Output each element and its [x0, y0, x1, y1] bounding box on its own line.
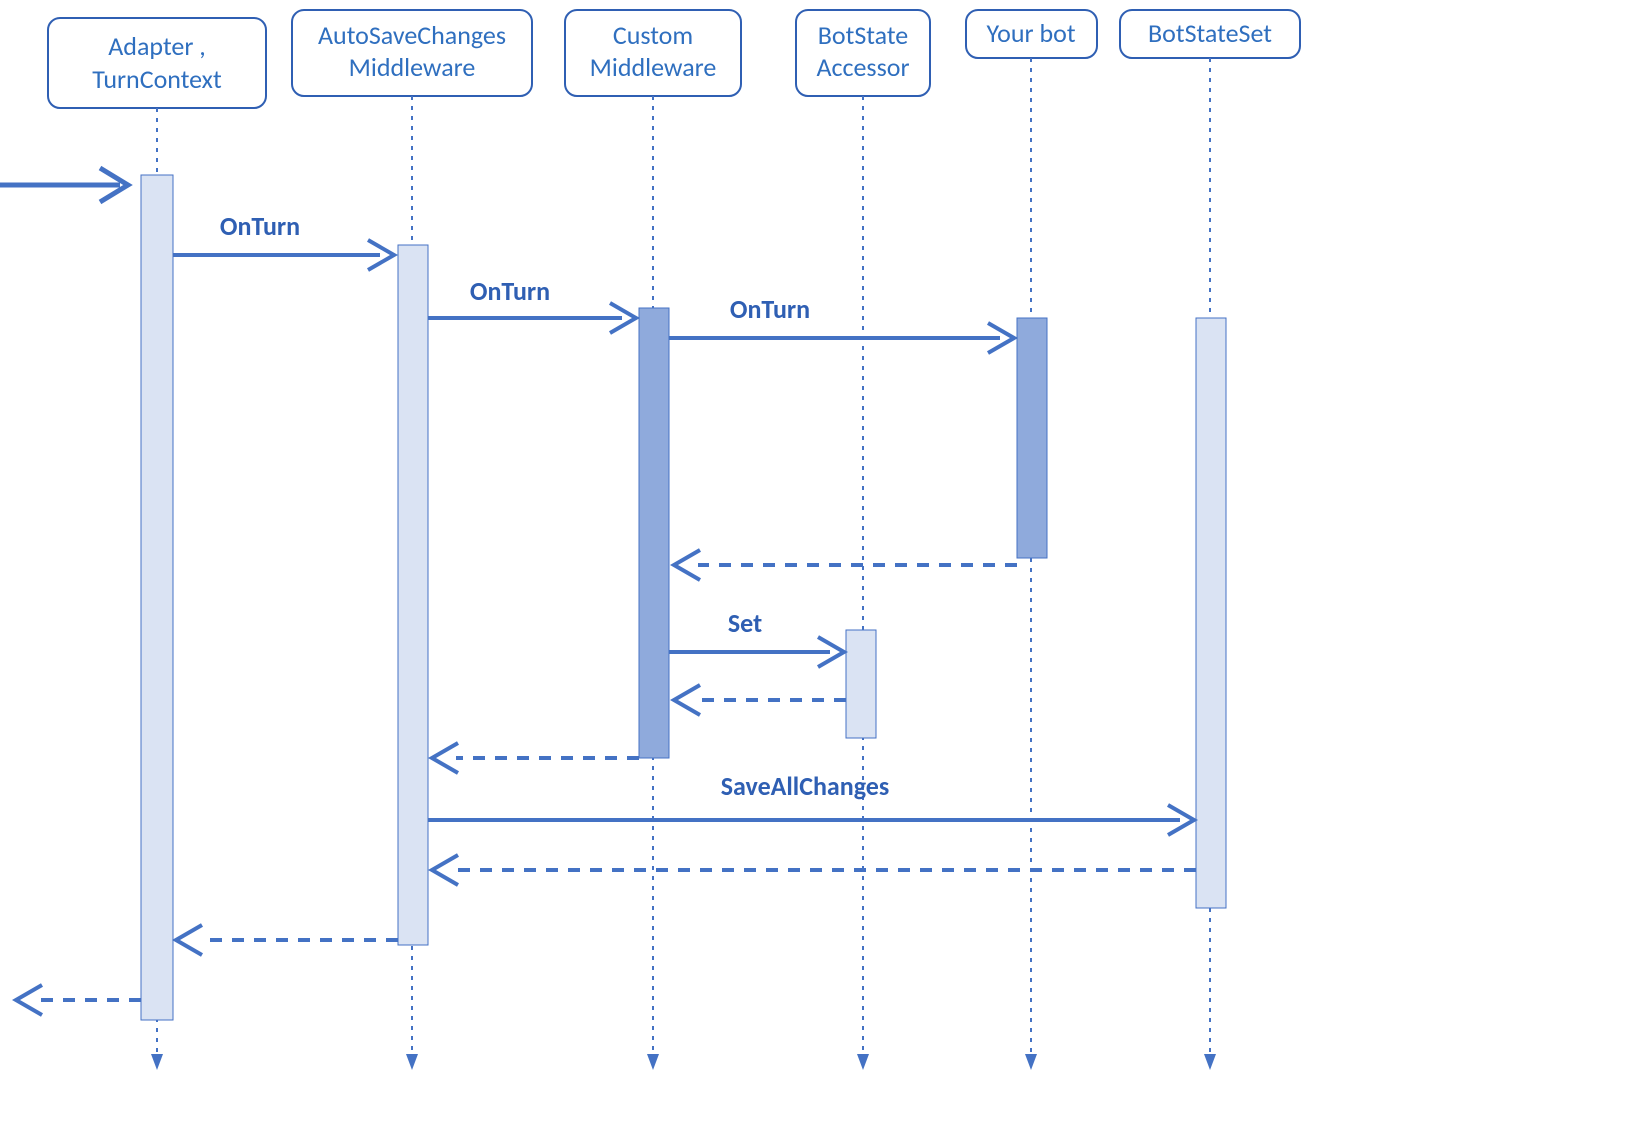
- participant-stateset-line1: BotStateSet: [1148, 17, 1272, 49]
- return-autosave-adapter-head: [176, 925, 202, 955]
- activation-custom: [639, 308, 669, 758]
- lifeline-yourbot-arrow: [1025, 1054, 1037, 1070]
- participant-stateset: BotStateSet: [1120, 10, 1300, 58]
- return-custom-autosave-head: [432, 743, 458, 773]
- lifeline-stateset-arrow: [1204, 1054, 1216, 1070]
- participant-autosave: AutoSaveChanges Middleware: [292, 10, 532, 96]
- participant-autosave-line2: Middleware: [349, 51, 476, 83]
- lifeline-autosave-arrow: [406, 1054, 418, 1070]
- participant-yourbot: Your bot: [966, 10, 1097, 58]
- msg-saveall-label: SaveAllChanges: [721, 770, 889, 802]
- participant-adapter-line1: Adapter ,: [108, 30, 206, 62]
- participant-adapter-line2: TurnContext: [92, 63, 222, 95]
- lifeline-accessor-arrow: [857, 1054, 869, 1070]
- participant-accessor-line1: BotState: [818, 19, 908, 51]
- activation-autosave: [398, 245, 428, 945]
- participant-autosave-line1: AutoSaveChanges: [318, 19, 506, 51]
- msg-onturn2-label: OnTurn: [470, 275, 550, 307]
- return-stateset-autosave-head: [432, 855, 458, 885]
- participant-custom-line1: Custom: [613, 19, 693, 51]
- lifeline-adapter-arrow: [151, 1054, 163, 1070]
- participant-custom: Custom Middleware: [565, 10, 741, 96]
- msg-set-label: Set: [728, 607, 762, 639]
- return-accessor-custom-head: [674, 685, 700, 715]
- participant-custom-line2: Middleware: [590, 51, 717, 83]
- msg-onturn3-label: OnTurn: [730, 293, 810, 325]
- exit-arrow-head: [16, 985, 42, 1015]
- sequence-diagram: Adapter , TurnContext AutoSaveChanges Mi…: [0, 0, 1636, 1127]
- participant-yourbot-line1: Your bot: [986, 17, 1075, 49]
- msg-onturn1-label: OnTurn: [220, 210, 300, 242]
- activation-accessor: [846, 630, 876, 738]
- participant-adapter: Adapter , TurnContext: [48, 18, 266, 108]
- return-yourbot-custom-head: [674, 550, 700, 580]
- activation-stateset: [1196, 318, 1226, 908]
- lifeline-custom-arrow: [647, 1054, 659, 1070]
- participant-accessor: BotState Accessor: [796, 10, 930, 96]
- participant-accessor-line2: Accessor: [816, 51, 909, 83]
- activation-adapter: [141, 175, 173, 1020]
- activation-yourbot: [1017, 318, 1047, 558]
